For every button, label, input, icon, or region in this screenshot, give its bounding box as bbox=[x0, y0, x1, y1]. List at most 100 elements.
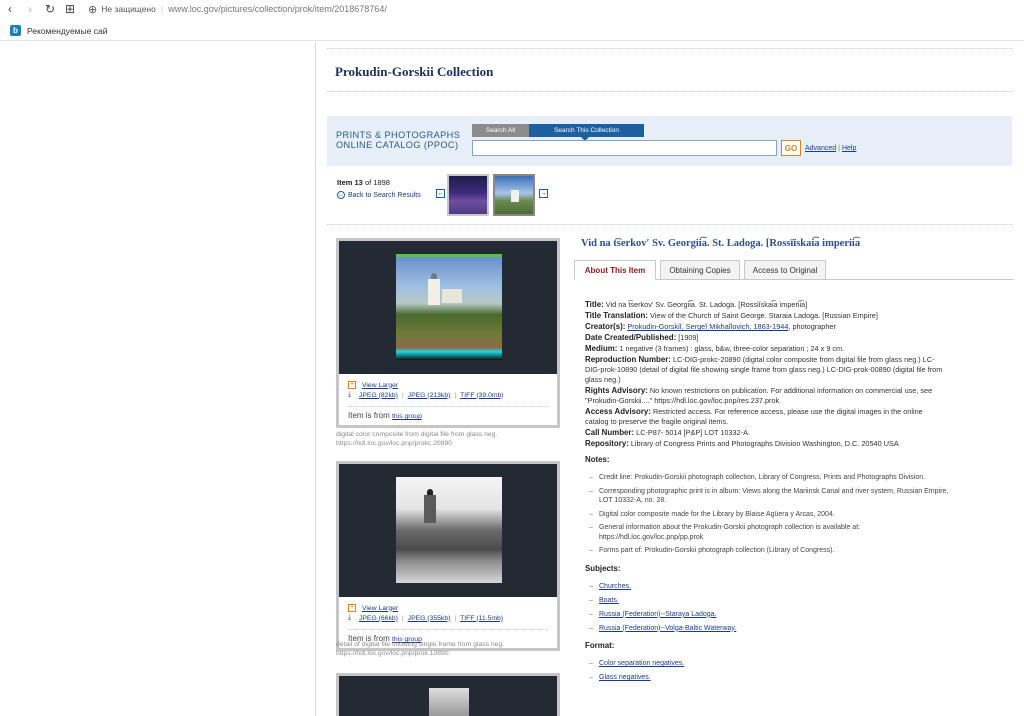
search-panel: PRINTS & PHOTOGRAPHS ONLINE CATALOG (PPO… bbox=[327, 116, 1012, 166]
tab-search-all[interactable]: Search All bbox=[472, 124, 529, 137]
jpeg-large-link[interactable]: JPEG (213kb) bbox=[408, 392, 451, 399]
single-frame-image[interactable] bbox=[396, 477, 502, 583]
address-bar-url[interactable]: www.loc.gov/pictures/collection/prok/ite… bbox=[168, 4, 387, 14]
view-larger-link[interactable]: View Larger bbox=[362, 605, 398, 612]
notes-list: Credit line: Prokudin-Gorskii photograph… bbox=[589, 473, 949, 556]
prev-item-arrow-icon[interactable]: ← bbox=[436, 189, 445, 198]
field-label: Rights Advisory: bbox=[585, 386, 648, 396]
ppoc-logo[interactable]: PRINTS & PHOTOGRAPHS ONLINE CATALOG (PPO… bbox=[336, 130, 460, 150]
list-item: Glass negatives. bbox=[589, 673, 945, 683]
image-area bbox=[339, 464, 557, 597]
list-item: Boats. bbox=[589, 596, 945, 606]
field-value: 1 negative (3 frames) : glass, b&w, thre… bbox=[619, 344, 845, 354]
item-count: Item 13 of 1898 bbox=[337, 178, 421, 187]
forward-arrow-icon[interactable]: › bbox=[20, 0, 40, 18]
apps-grid-icon[interactable]: ⊞ bbox=[60, 0, 80, 18]
address-separator: | bbox=[160, 4, 164, 14]
item-title: Vid na t͡serkovʹ Sv. Georgii͡a. St. Lado… bbox=[581, 238, 861, 249]
item-number: 13 bbox=[354, 178, 363, 187]
globe-icon[interactable]: ⊕ bbox=[88, 3, 97, 16]
download-row: ⤓ JPEG (82kb) | JPEG (213kb) | TIFF (39.0m… bbox=[348, 390, 548, 400]
help-link[interactable]: Help bbox=[842, 145, 856, 152]
field-label: Medium: bbox=[585, 344, 618, 354]
ppoc-line-2: ONLINE CATALOG (PPOC) bbox=[336, 140, 459, 150]
subject-link[interactable]: Russia (Federation)--Volga-Baltic Waterw… bbox=[599, 625, 736, 632]
security-status[interactable]: Не защищено bbox=[101, 4, 156, 14]
divider bbox=[327, 224, 1012, 225]
view-larger-link[interactable]: View Larger bbox=[362, 382, 398, 389]
note-item: General information about the Prokudin-G… bbox=[589, 523, 949, 542]
next-item-arrow-icon[interactable]: → bbox=[539, 189, 548, 198]
tab-obtaining-copies[interactable]: Obtaining Copies bbox=[660, 260, 740, 280]
link-separator: | bbox=[838, 145, 840, 152]
view-larger-row: + View Larger bbox=[348, 603, 548, 613]
field-value: , photographer bbox=[788, 322, 836, 332]
this-group-link[interactable]: this group bbox=[392, 413, 422, 420]
subjects-list: Churches. Boats. Russia (Federation)--St… bbox=[589, 582, 945, 634]
prev-item-thumbnail[interactable] bbox=[447, 174, 489, 216]
item-total: of 1898 bbox=[364, 178, 390, 187]
jpeg-large-link[interactable]: JPEG (355kb) bbox=[408, 615, 451, 622]
bing-icon: b bbox=[10, 25, 21, 36]
field-repository: Repository: Library of Congress Prints a… bbox=[585, 439, 945, 449]
image-caption: digital color composite from digital fil… bbox=[336, 430, 560, 448]
link-separator: | bbox=[454, 614, 457, 622]
field-medium: Medium: 1 negative (3 frames) : glass, b… bbox=[585, 344, 945, 354]
current-item-thumbnail[interactable] bbox=[493, 174, 535, 216]
field-value: LC-P87- 5014 [P&P] LOT 10332-A. bbox=[636, 428, 750, 438]
list-item: Color separation negatives. bbox=[589, 659, 945, 669]
jpeg-small-link[interactable]: JPEG (82kb) bbox=[359, 392, 398, 399]
bookmark-recommended-sites[interactable]: Рекомендуемые сай bbox=[27, 26, 107, 36]
format-link[interactable]: Glass negatives. bbox=[599, 674, 651, 681]
field-title-translation: Title Translation: View of the Church of… bbox=[585, 311, 945, 321]
field-label: Creator(s): bbox=[585, 322, 626, 332]
back-to-results[interactable]: ← Back to Search Results bbox=[337, 191, 421, 199]
creator-link[interactable]: Prokudin-Gorskiĭ, Sergeĭ Mikhaĭlovich, 1… bbox=[627, 322, 788, 331]
field-value: Vid na t͡serkovʹ Sv. Georgii͡a. St. Lado… bbox=[605, 300, 808, 309]
color-composite-image[interactable] bbox=[396, 254, 502, 360]
go-button[interactable]: GO bbox=[781, 140, 801, 156]
format-link[interactable]: Color separation negatives. bbox=[599, 660, 684, 667]
image-links: + View Larger ⤓ JPEG (82kb) | JPEG (213kb… bbox=[339, 374, 557, 425]
church-shape bbox=[511, 190, 519, 202]
glass-negative-image[interactable] bbox=[429, 688, 469, 716]
item-tabs: About This Item Obtaining Copies Access … bbox=[574, 260, 1014, 280]
field-date: Date Created/Published: [1909] bbox=[585, 333, 945, 343]
image-caption: detail of digital file showing single fr… bbox=[336, 640, 560, 658]
back-to-results-link[interactable]: Back to Search Results bbox=[348, 192, 421, 199]
field-label: Title: bbox=[585, 300, 604, 309]
item-from-group: Item is from this group bbox=[348, 406, 548, 425]
item-word: Item bbox=[337, 178, 353, 187]
tab-search-collection[interactable]: Search This Collection bbox=[529, 124, 644, 141]
tab-access-to-original[interactable]: Access to Original bbox=[744, 260, 826, 280]
field-label: Reproduction Number: bbox=[585, 355, 671, 365]
link-separator: | bbox=[401, 614, 404, 622]
download-icon: ⤓ bbox=[348, 391, 352, 398]
back-circle-icon: ← bbox=[337, 191, 345, 199]
field-value: [1909] bbox=[678, 333, 699, 343]
reload-icon[interactable]: ↻ bbox=[40, 0, 60, 18]
tiff-link[interactable]: TIFF (39.0mb) bbox=[460, 392, 503, 399]
subject-link[interactable]: Russia (Federation)--Staraya Ladoga. bbox=[599, 611, 717, 618]
jpeg-small-link[interactable]: JPEG (66kb) bbox=[359, 615, 398, 622]
caption-line-2: https://hdl.loc.gov/loc.pnp/prokc.20890 bbox=[336, 440, 452, 447]
collection-header: Prokudin-Gorskii Collection bbox=[327, 48, 1012, 92]
field-rights-advisory: Rights Advisory: No known restrictions o… bbox=[585, 386, 945, 406]
tab-about-this-item[interactable]: About This Item bbox=[574, 260, 656, 280]
subject-link[interactable]: Churches. bbox=[599, 583, 631, 590]
search-links: Advanced | Help bbox=[805, 145, 856, 152]
note-item: Forms part of: Prokudin-Gorskii photogra… bbox=[589, 546, 949, 556]
tiff-link[interactable]: TIFF (11.5mb) bbox=[460, 615, 503, 622]
back-arrow-icon[interactable]: ‹ bbox=[0, 0, 20, 18]
advanced-search-link[interactable]: Advanced bbox=[805, 145, 836, 152]
field-label: Title Translation: bbox=[585, 311, 648, 321]
view-larger-row: + View Larger bbox=[348, 380, 548, 390]
search-input[interactable] bbox=[472, 140, 777, 156]
plus-icon: + bbox=[348, 381, 356, 389]
subject-link[interactable]: Boats. bbox=[599, 597, 619, 604]
field-reproduction-number: Reproduction Number: LC-DIG-prokc-20890 … bbox=[585, 355, 945, 385]
download-icon: ⤓ bbox=[348, 614, 352, 621]
field-access-advisory: Access Advisory: Restricted access. For … bbox=[585, 407, 945, 427]
collection-title[interactable]: Prokudin-Gorskii Collection bbox=[335, 64, 493, 80]
caption-line-2: https://hdl.loc.gov/loc.pnp/prok.10890 bbox=[336, 650, 449, 657]
